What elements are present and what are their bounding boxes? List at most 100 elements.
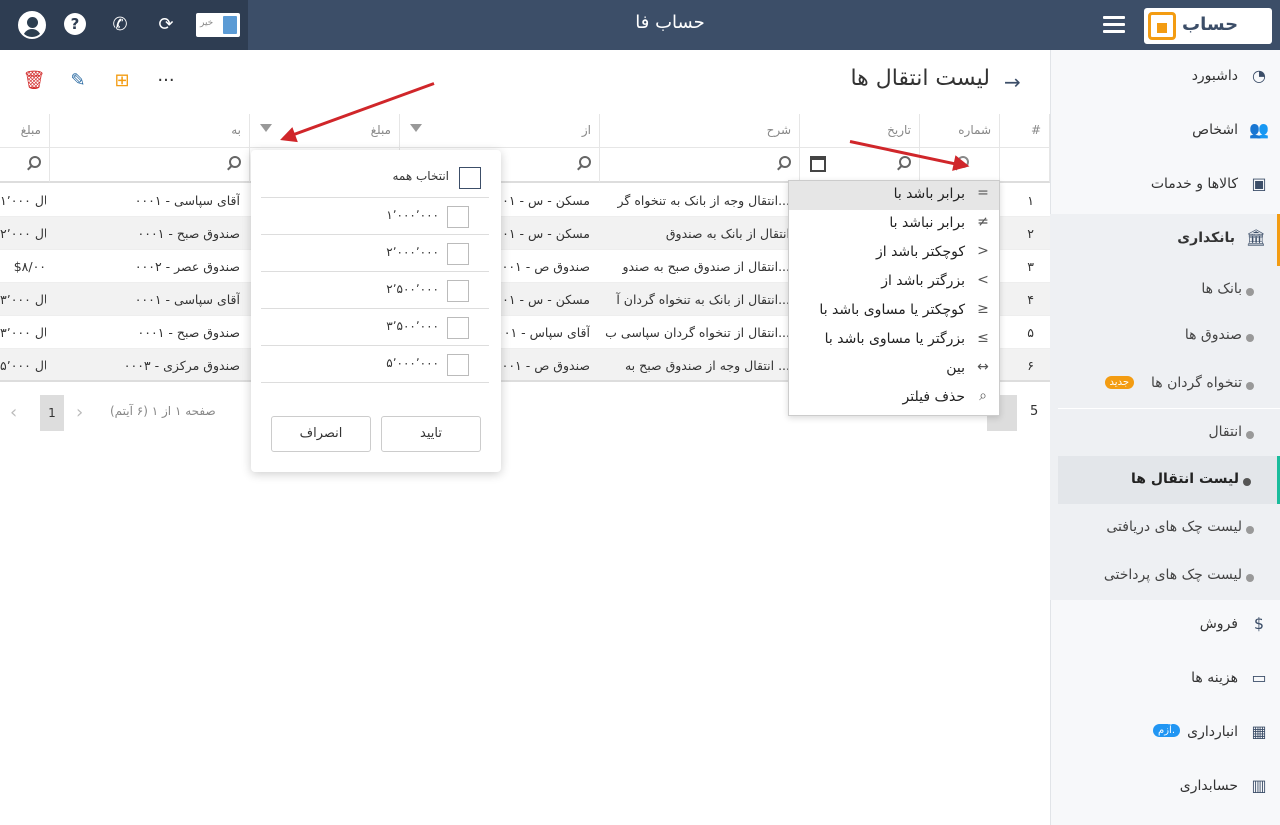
toggle-label: خیر [200,18,214,28]
sidebar-sub-label: لیست انتقال ها [1130,471,1239,487]
sidebar-item-warehouse[interactable]: ▦ انبارداری آزم. [1050,708,1280,760]
option-checkbox[interactable] [447,317,469,339]
column-header-number[interactable]: شماره [920,114,1000,148]
sidebar-sub-label: لیست چک های پرداختی [1103,567,1242,583]
filter-amount2-input[interactable] [0,148,50,183]
sidebar-item-label: داشبورد [1191,68,1238,84]
option-checkbox[interactable] [447,206,469,228]
box-icon: ▣ [1251,174,1267,193]
sidebar-sub-petty-cash[interactable]: تنخواه گردان ها جدید [1058,360,1280,408]
confirm-button[interactable]: تایید [381,416,481,452]
more-options-icon[interactable]: ··· [154,70,178,94]
filter-description-input[interactable] [600,148,800,183]
filter-cell-index [1000,148,1050,183]
option-checkbox[interactable] [447,280,469,302]
column-header-amount[interactable]: مبلغ [250,114,400,148]
page-title: لیست انتقال ها [850,66,990,91]
back-arrow-icon[interactable]: → [1004,70,1021,94]
sidebar-item-people[interactable]: 👥 اشخاص [1050,106,1280,158]
sidebar-item-label: هزینه ها [1191,670,1238,686]
new-badge: جدید [1104,376,1134,389]
column-header-to[interactable]: به [50,114,250,148]
filter-funnel-icon[interactable] [260,124,272,132]
sidebar-sub-banks[interactable]: بانک ها [1058,266,1280,314]
select-all-label: انتخاب همه [392,169,449,183]
pager-prev-icon[interactable]: ‹ [10,402,17,423]
filter-option[interactable]: ۲٬۵۰۰٬۰۰۰ [261,272,489,309]
toggle-knob [223,16,237,34]
sidebar-sub-label: بانک ها [1201,281,1242,297]
pager-page-1[interactable]: 1 [40,395,64,431]
column-header-index: # [1000,114,1050,148]
sidebar-sub-label: تنخواه گردان ها [1151,375,1242,391]
filter-funnel-icon[interactable] [410,124,422,132]
sales-icon: $ [1253,614,1265,633]
filter-option[interactable]: ۱٬۰۰۰٬۰۰۰ [261,198,489,235]
filter-option[interactable]: ۵٬۰۰۰٬۰۰۰ [261,346,489,383]
phone-icon[interactable]: ✆ [108,13,132,37]
column-header-from[interactable]: از [400,114,600,148]
test-badge: آزم. [1153,724,1180,737]
bank-icon: 🏛 [1245,228,1267,247]
user-avatar[interactable] [18,11,46,39]
sidebar-sub-label: صندوق ها [1184,327,1242,343]
sidebar-sub-cashboxes[interactable]: صندوق ها [1058,312,1280,360]
new-document-icon[interactable]: ⊞ [110,70,134,94]
menu-item-less-than[interactable]: > کوچکتر باشد از [789,239,999,268]
option-checkbox[interactable] [447,243,469,265]
menu-item-greater-or-equal[interactable]: ≤ بزرگتر یا مساوی باشد با [789,326,999,355]
sidebar-sub-label: لیست چک های دریافتی [1106,519,1242,535]
menu-item-not-equals[interactable]: ≠ برابر نباشد با [789,210,999,239]
menu-item-between[interactable]: ↔ بین [789,355,999,384]
sidebar-item-banking[interactable]: 🏛 بانکداری [1050,214,1280,266]
sidebar-item-sales[interactable]: $ فروش [1050,600,1280,652]
refresh-icon[interactable]: ⟳ [154,13,178,37]
calendar-icon[interactable] [810,156,826,172]
option-checkbox[interactable] [447,354,469,376]
help-icon[interactable]: ? [64,13,86,35]
pager-next-icon[interactable]: › [76,402,83,423]
sidebar-item-accounting[interactable]: ▥ حسابداری [1050,762,1280,814]
sidebar-item-label: حسابداری [1179,778,1238,794]
mode-toggle[interactable]: خیر [196,13,240,37]
warehouse-icon: ▦ [1251,722,1267,741]
sidebar-sub-received-cheques[interactable]: لیست چک های دریافتی [1058,504,1280,552]
app-title: حساب فا [635,12,705,33]
column-header-amount2[interactable]: مبلغ [0,114,50,148]
search-icon [229,156,241,168]
hamburger-menu-icon[interactable] [1103,16,1125,34]
search-icon [579,156,591,168]
filter-operation-menu: = برابر باشد با ≠ برابر نباشد با > کوچکتر ب… [788,180,1000,416]
edit-icon[interactable]: ✎ [66,70,90,94]
search-icon [29,156,41,168]
sidebar-item-products[interactable]: ▣ کالاها و خدمات [1050,160,1280,212]
search-icon [779,156,791,168]
sidebar-item-label: انبارداری [1187,724,1238,740]
wallet-icon: ▭ [1251,668,1267,687]
menu-item-clear-filter[interactable]: ⌕ حذف فیلتر [789,384,999,413]
menu-item-less-or-equal[interactable]: ≥ کوچکتر یا مساوی باشد با [789,297,999,326]
abacus-icon: ▥ [1251,776,1267,795]
column-header-description[interactable]: شرح [600,114,800,148]
filter-to-input[interactable] [50,148,250,183]
menu-item-greater-than[interactable]: < بزرگتر باشد از [789,268,999,297]
select-all-checkbox[interactable] [459,167,481,189]
sidebar-item-label: اشخاص [1192,122,1238,138]
top-bar: ? ✆ ⟳ خیر حساب فا حساب [0,0,1280,50]
sidebar-item-label: فروش [1199,616,1238,632]
sidebar-sub-transfer[interactable]: انتقال [1058,408,1280,456]
sidebar-item-expenses[interactable]: ▭ هزینه ها [1050,654,1280,706]
sidebar-item-label: کالاها و خدمات [1150,176,1238,192]
amount-filter-popup: انتخاب همه ۱٬۰۰۰٬۰۰۰ ۲٬۰۰۰٬۰۰۰ ۲٬۵۰۰٬۰۰۰… [251,150,501,472]
search-icon [899,156,911,168]
sidebar-sub-paid-cheques[interactable]: لیست چک های پرداختی [1058,552,1280,600]
page-size-value: 5 [1030,404,1039,419]
menu-item-equals[interactable]: = برابر باشد با [789,181,999,210]
cancel-button[interactable]: انصراف [271,416,371,452]
sidebar-sub-transfer-list[interactable]: لیست انتقال ها [1058,456,1280,504]
filter-option[interactable]: ۳٬۵۰۰٬۰۰۰ [261,309,489,346]
filter-option[interactable]: ۲٬۰۰۰٬۰۰۰ [261,235,489,272]
delete-icon[interactable]: 🗑 [22,70,46,94]
sidebar-item-dashboard[interactable]: ◔ داشبورد [1050,52,1280,104]
pager-info: صفحه ۱ از ۱ (۶ آیتم) [110,404,216,418]
